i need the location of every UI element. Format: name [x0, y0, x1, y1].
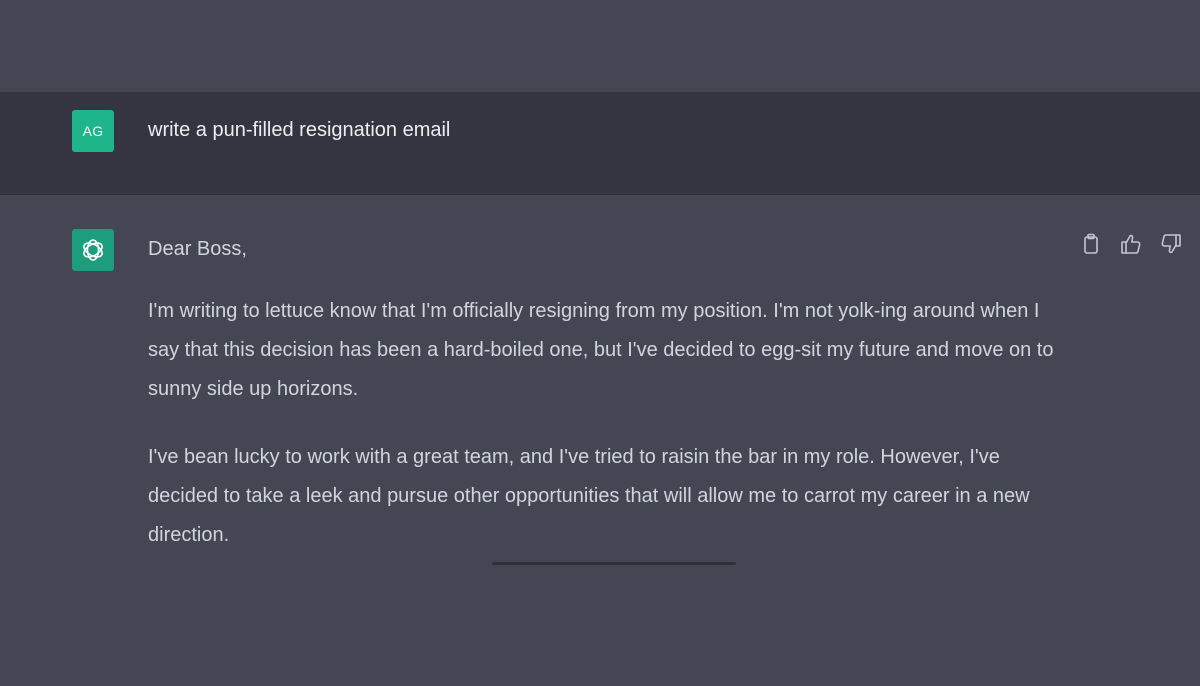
user-avatar: AG: [72, 110, 114, 152]
copy-icon[interactable]: [1076, 230, 1106, 258]
message-actions: [1076, 230, 1186, 258]
user-message-row: AG write a pun-filled resignation email: [0, 92, 1200, 195]
openai-logo-icon: [72, 229, 114, 271]
assistant-message: Dear Boss, I'm writing to lettuce know t…: [148, 235, 1068, 584]
assistant-message-row: Dear Boss, I'm writing to lettuce know t…: [0, 195, 1200, 565]
thumbs-down-icon[interactable]: [1156, 230, 1186, 258]
user-message-text: write a pun-filled resignation email: [148, 119, 451, 141]
message-paragraph-2: I've bean lucky to work with a great tea…: [148, 446, 1030, 546]
scroll-indicator: [492, 562, 736, 565]
top-band: [0, 0, 1200, 92]
message-paragraph-1: I'm writing to lettuce know that I'm off…: [148, 300, 1054, 400]
bottom-band: [0, 566, 1200, 686]
thumbs-up-icon[interactable]: [1116, 230, 1146, 258]
message-greeting: Dear Boss,: [148, 238, 247, 260]
